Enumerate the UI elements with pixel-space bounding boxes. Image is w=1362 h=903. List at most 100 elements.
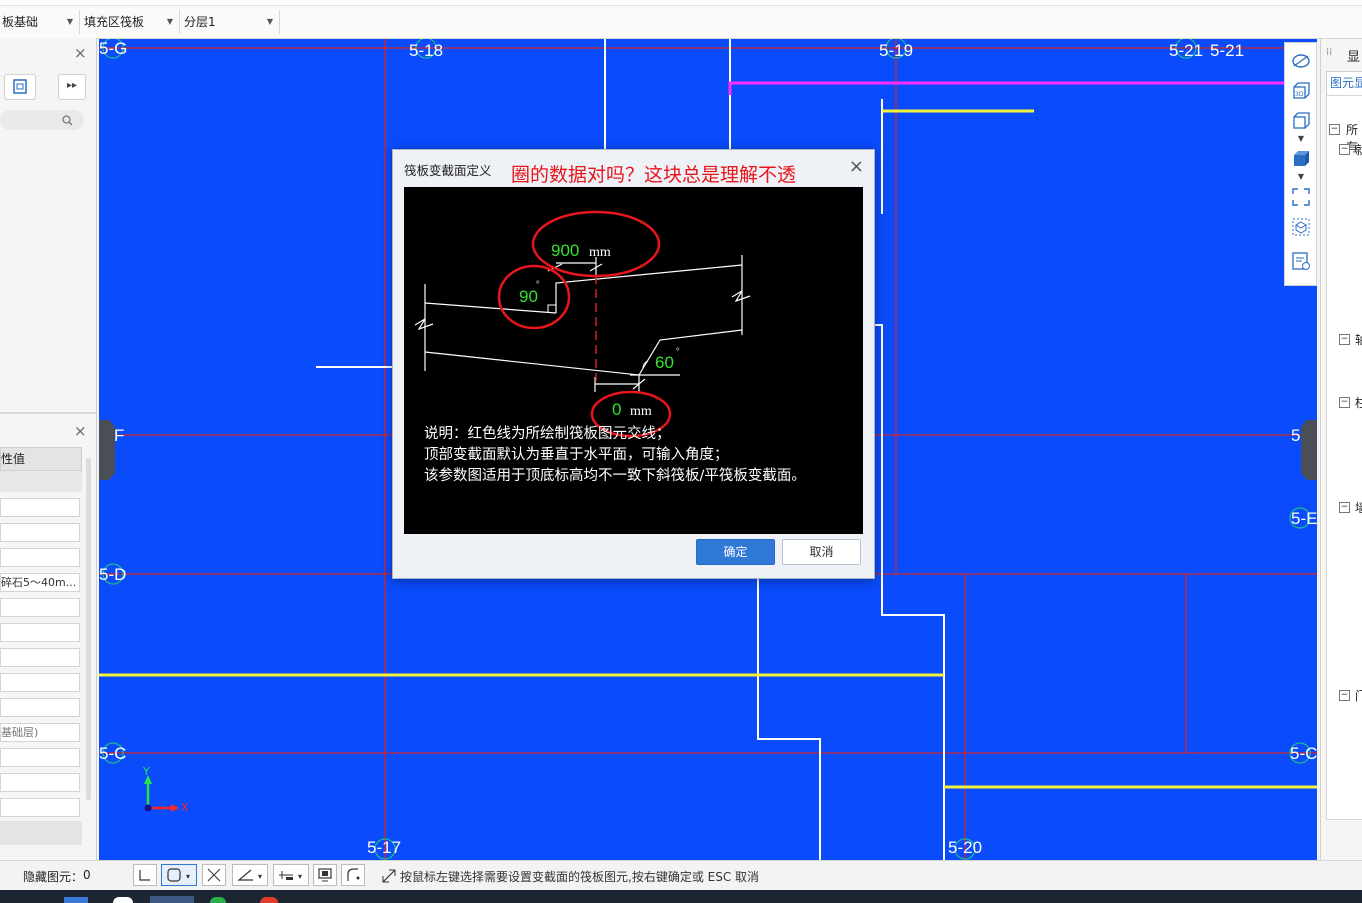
svg-text:▾: ▾ [298,872,302,881]
property-field[interactable] [0,798,80,817]
layer-value: 分层1 [184,15,216,29]
expand-button[interactable]: ▸▸ [58,74,86,100]
chevron-down-icon: ▼ [166,17,173,26]
top-angle-unit: ° [536,279,540,289]
close-icon[interactable]: × [74,422,87,440]
right-collapse-tab [1301,420,1317,480]
screenshot-button[interactable] [313,864,337,886]
fullscreen-icon[interactable] [1291,187,1311,207]
taskbar-app-icon[interactable] [113,897,133,903]
offset-toggle[interactable]: ▾ [273,864,309,886]
concrete-type-field[interactable]: 碎石5～40m... [0,573,80,592]
top-width-value[interactable]: 900 [551,241,579,261]
collapse-icon[interactable]: − [1329,124,1340,135]
property-field[interactable] [0,773,80,792]
collapse-icon[interactable]: − [1339,690,1350,701]
axis-label: 5-C [99,744,127,763]
ok-button[interactable]: 确定 [696,539,775,565]
solid-view-icon[interactable] [1291,149,1311,169]
tree-item[interactable]: 墙 [1355,499,1362,516]
orthogonal-toggle[interactable] [133,864,157,886]
magenta-wall [728,81,1317,95]
top-angle-value[interactable]: 90 [519,287,538,307]
svg-text:▾: ▾ [258,872,262,881]
svg-text:▾: ▾ [186,872,190,881]
tree-item[interactable]: 门 [1355,687,1362,704]
chevron-down-icon[interactable]: ▼ [1291,167,1311,187]
search-input[interactable] [0,110,84,130]
panel-divider [0,412,96,414]
tab-element-display[interactable]: 图元显 [1326,71,1362,95]
property-field[interactable] [0,673,80,692]
bottom-width-value[interactable]: 0 [612,400,621,420]
bottom-angle-unit: ° [676,346,680,356]
cube-view-icon[interactable] [1291,111,1311,131]
collapse-icon[interactable]: − [1339,334,1350,345]
panel-title: 显 [1347,50,1361,65]
axis-label: 5-G [99,39,128,58]
close-icon[interactable]: × [74,44,87,62]
cancel-button[interactable]: 取消 [782,539,861,565]
search-icon [62,115,73,126]
angle-toggle[interactable]: ▾ [232,864,268,886]
axis-label: 5-21 [1210,41,1245,60]
property-group-row [0,821,82,845]
property-field[interactable] [0,548,80,567]
coord-y-label: Y [143,765,150,778]
chevron-down-icon: ▼ [66,17,73,26]
dialog-title: 筏板变截面定义 [404,163,492,178]
collapse-icon[interactable]: − [1339,144,1350,155]
dynamic-input-toggle[interactable] [202,864,226,886]
property-field[interactable] [0,523,80,542]
properties-scrollbar[interactable] [86,458,91,800]
property-field[interactable] [0,498,80,517]
orthogonal-icon [139,870,150,881]
close-icon[interactable]: × [849,156,864,177]
tree-item[interactable]: 柱 [1355,394,1362,411]
status-hint: 按鼠标左键选择需要设置变截面的筏板图元,按右键确定或 ESC 取消 [400,870,760,884]
view-toolbar: 3D ▼ ▼ [1284,42,1317,286]
top-width-unit: mm [589,245,611,260]
question-annotation: 圈的数据对吗？这块总是理解不透 [511,164,797,186]
chevron-down-icon: ▼ [266,17,273,26]
axis-label: 5-C [1290,744,1317,763]
cross-icon [207,868,221,882]
bottom-angle-value[interactable]: 60 [655,353,674,373]
property-field[interactable] [0,623,80,642]
snap-toggle[interactable]: ▾ [161,864,197,886]
new-component-button[interactable] [4,74,36,100]
property-field[interactable] [0,598,80,617]
right-panel: ⁞⁞ 显 图元显 − 所有 − 就 − 轴 − 柱 − 墙 − 门 [1320,39,1362,860]
taskbar-app-icon[interactable] [64,897,88,903]
3d-view-icon[interactable]: 3D [1291,81,1311,101]
property-field[interactable] [0,648,80,667]
display-settings-icon[interactable] [1291,251,1311,271]
bottom-width-unit: mm [630,404,652,419]
taskbar-active-app[interactable] [150,896,194,903]
arc-tool-button[interactable] [341,864,365,886]
chevron-down-icon[interactable]: ▼ [1291,129,1311,149]
description-line: 该参数图适用于顶底标高均不一致下斜筏板/平筏板变截面。 [424,468,806,484]
section-box-icon[interactable] [1291,217,1311,237]
tree-item[interactable]: 就 [1355,141,1362,158]
monitor-icon [318,868,332,882]
property-field[interactable] [0,698,80,717]
coordinate-axes-icon [144,775,179,812]
coord-x-label: X [181,801,189,814]
layer-combo[interactable]: 分层1 ▼ [182,10,280,34]
property-value-header: 性值 [0,447,82,471]
component-combo[interactable]: 填充区筏板 ▼ [82,10,180,34]
taskbar-app-icon[interactable] [260,897,278,903]
taskbar-app-icon[interactable] [210,897,226,903]
left-panel: × ▸▸ × 性值 碎石5～40m... 基础层) [0,38,97,860]
component-list-icon [13,79,27,94]
component-type-combo[interactable]: 板基础 ▼ [0,10,80,34]
drag-handle-icon[interactable]: ⁞⁞ [1326,47,1332,58]
collapse-icon[interactable]: − [1339,397,1350,408]
tree-item[interactable]: 轴 [1355,331,1362,348]
property-field[interactable] [0,748,80,767]
floor-field[interactable]: 基础层) [0,723,80,742]
dynamic-observe-icon[interactable] [1291,51,1311,71]
angle-icon: ▾ [237,869,262,881]
collapse-icon[interactable]: − [1339,502,1350,513]
